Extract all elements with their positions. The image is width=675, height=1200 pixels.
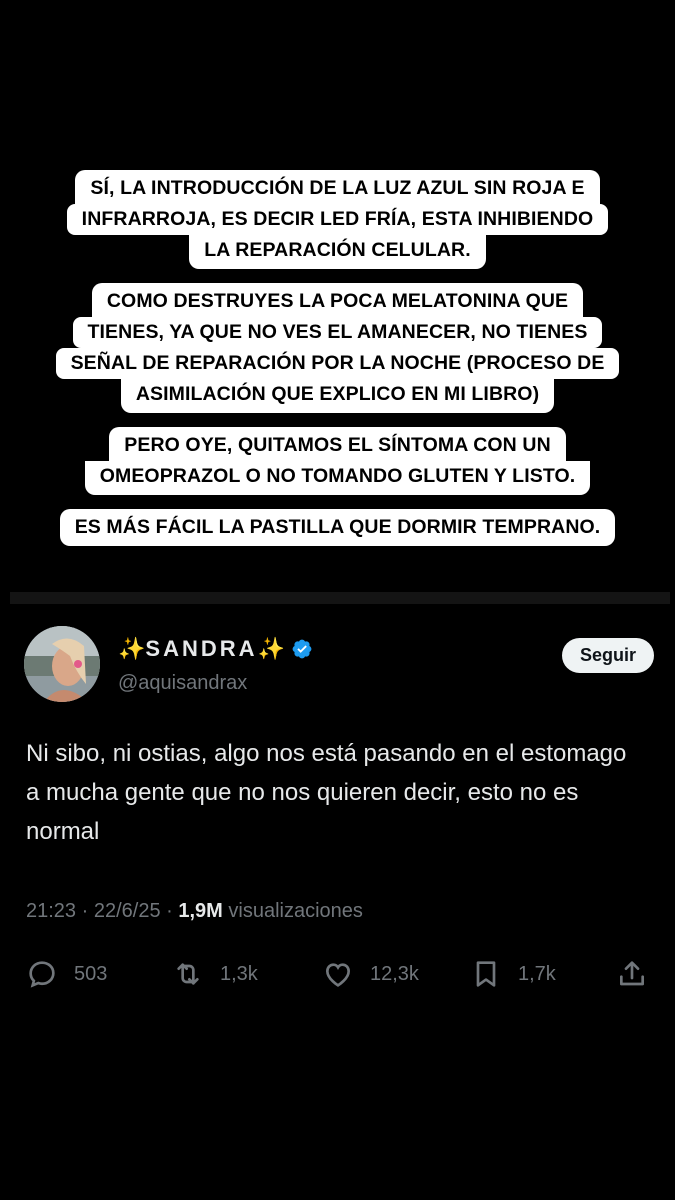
caption-block: PERO OYE, QUITAMOS EL SÍNTOMA CON UN OMEO… (0, 427, 675, 495)
caption-line: LA REPARACIÓN CELULAR. (189, 235, 486, 269)
retweet-button[interactable]: 1,3k (172, 956, 258, 992)
tweet-author-row: ✨ SANDRA ✨ @aquisandrax Seguir (24, 616, 656, 706)
caption-line: INFRARROJA, ES DECIR LED FRÍA, ESTA INHI… (66, 204, 609, 235)
caption-line: SÍ, LA INTRODUCCIÓN DE LA LUZ AZUL SIN R… (75, 170, 600, 204)
bookmark-button[interactable]: 1,7k (470, 956, 556, 992)
tweet-meta: 21:23 · 22/6/25 · 1,9M visualizaciones (26, 900, 363, 923)
caption-block: SÍ, LA INTRODUCCIÓN DE LA LUZ AZUL SIN R… (0, 170, 675, 269)
sparkle-icon-left: ✨ (118, 636, 146, 661)
reply-icon (29, 961, 55, 988)
retweet-count: 1,3k (220, 962, 258, 985)
like-button[interactable]: 12,3k (322, 956, 419, 992)
tweet-date[interactable]: 22/6/25 (94, 900, 161, 922)
tweet-card[interactable]: ✨ SANDRA ✨ @aquisandrax Seguir Ni sibo, … (10, 592, 670, 1024)
story-captions: SÍ, LA INTRODUCCIÓN DE LA LUZ AZUL SIN R… (0, 170, 675, 546)
views-count: 1,9M (178, 900, 223, 922)
caption-line: TIENES, YA QUE NO VES EL AMANECER, NO TI… (72, 317, 603, 348)
avatar[interactable] (24, 626, 100, 702)
reply-button[interactable]: 503 (26, 956, 107, 992)
tweet-text: Ni sibo, ni ostias, algo nos está pasand… (26, 740, 627, 845)
meta-separator: · (166, 900, 179, 922)
caption-line: OMEOPRAZOL O NO TOMANDO GLUTEN Y LISTO. (84, 461, 591, 495)
tweet-time[interactable]: 21:23 (26, 900, 76, 922)
like-count: 12,3k (370, 962, 419, 985)
display-name-text: SANDRA (145, 636, 258, 661)
heart-icon (325, 963, 351, 987)
share-icon (620, 961, 644, 986)
caption-line: PERO OYE, QUITAMOS EL SÍNTOMA CON UN (109, 427, 566, 461)
sparkle-icon-right: ✨ (257, 636, 285, 661)
caption-line: ASIMILACIÓN QUE EXPLICO EN MI LIBRO) (120, 379, 555, 413)
caption-line: COMO DESTRUYES LA POCA MELATONINA QUE (91, 283, 584, 317)
retweet-icon (177, 963, 199, 985)
bookmark-icon (476, 961, 496, 987)
follow-button[interactable]: Seguir (561, 638, 654, 673)
user-handle[interactable]: @aquisandrax (118, 672, 247, 695)
caption-line: ES MÁS FÁCIL LA PASTILLA QUE DORMIR TEMP… (59, 509, 616, 546)
meta-separator: · (81, 900, 94, 922)
caption-line: SEÑAL DE REPARACIÓN POR LA NOCHE (PROCES… (55, 348, 620, 379)
caption-block: ES MÁS FÁCIL LA PASTILLA QUE DORMIR TEMP… (0, 509, 675, 546)
views-label: visualizaciones (228, 900, 363, 922)
share-button[interactable] (616, 956, 648, 992)
caption-block: COMO DESTRUYES LA POCA MELATONINA QUE TIE… (0, 283, 675, 413)
avatar-photo (24, 626, 100, 702)
verified-badge-icon (292, 639, 312, 659)
display-name[interactable]: ✨ SANDRA ✨ (118, 636, 313, 662)
bookmark-count: 1,7k (518, 962, 556, 985)
tweet-actions: 503 1,3k 12,3k 1,7k (26, 956, 650, 992)
reply-count: 503 (74, 962, 108, 985)
